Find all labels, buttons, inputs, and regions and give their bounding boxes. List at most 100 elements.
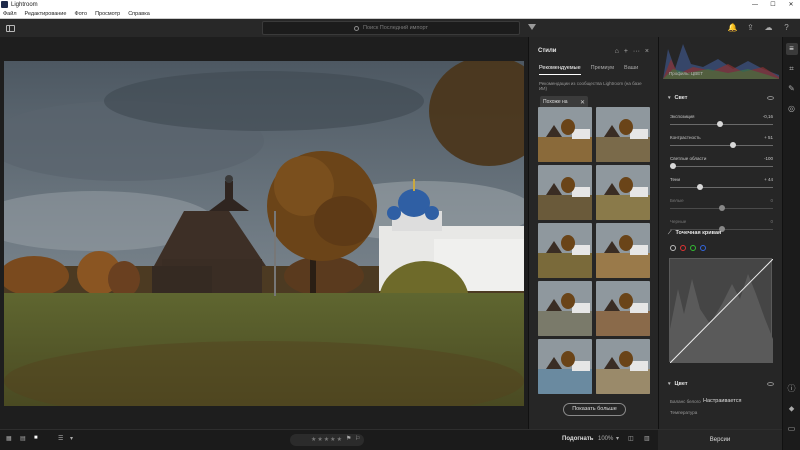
tab-yours[interactable]: Ваши — [624, 65, 638, 75]
menu-edit[interactable]: Редактирование — [25, 11, 67, 17]
detail-view-icon[interactable]: ■ — [34, 435, 38, 441]
curve-title: Точечная кривая — [675, 230, 722, 236]
menu-photo[interactable]: Фото — [74, 11, 87, 17]
menu-help[interactable]: Справка — [128, 11, 150, 17]
tag-icon[interactable]: ⬥ — [786, 403, 798, 415]
slider-knob[interactable] — [730, 142, 737, 148]
slider-4[interactable]: Белые 0 — [670, 198, 773, 216]
split-view-icon[interactable]: ▥ — [644, 435, 650, 442]
styles-description: Рекомендации из сообщества Lightroom (на… — [539, 81, 642, 91]
tab-premium[interactable]: Премиум — [591, 65, 614, 75]
compare-icon[interactable]: ◫ — [628, 435, 634, 442]
share-icon[interactable]: ⇪ — [745, 22, 756, 33]
close-button[interactable]: ✕ — [782, 1, 800, 8]
slider-knob[interactable] — [718, 205, 725, 211]
temperature-label: Температура — [670, 410, 698, 415]
square-grid-icon[interactable]: ▤ — [20, 435, 26, 442]
masking-icon[interactable]: ◎ — [786, 103, 798, 115]
wb-dropdown[interactable]: Настраивается — [703, 398, 741, 404]
more-icon[interactable]: ··· — [633, 48, 640, 55]
cloud-icon[interactable]: ☁ — [763, 22, 774, 33]
rating-stars[interactable]: ★★★★★ — [290, 434, 364, 446]
show-more-button[interactable]: Показать больше — [563, 403, 626, 416]
menu-file[interactable]: Файл — [3, 11, 17, 17]
minimize-button[interactable]: — — [746, 2, 764, 8]
comments-icon[interactable]: ▭ — [786, 423, 798, 435]
healing-icon[interactable]: ✎ — [786, 83, 798, 95]
photo-area — [0, 37, 528, 429]
add-style-icon[interactable]: + — [624, 48, 628, 55]
zoom-level[interactable]: 100% — [598, 436, 613, 442]
slider-knob[interactable] — [716, 121, 723, 127]
slider-value[interactable]: -100 — [764, 156, 773, 161]
style-thumbnail[interactable] — [538, 281, 592, 336]
slider-3[interactable]: Тени + 44 — [670, 177, 773, 195]
curve-section[interactable]: ⟋ Точечная кривая — [659, 228, 782, 238]
flag-pick-icon[interactable]: ⚑ — [346, 435, 351, 442]
slider-track[interactable] — [670, 187, 773, 188]
zoom-dropdown-icon[interactable]: ▾ — [616, 435, 619, 442]
window-title: Lightroom — [11, 1, 38, 8]
style-thumbnail[interactable] — [538, 339, 592, 394]
histogram-profile-label[interactable]: Профиль: ЦВЕТ — [669, 71, 703, 76]
style-thumbnail[interactable] — [596, 223, 650, 278]
sort-dropdown-icon[interactable]: ▾ — [70, 435, 73, 442]
help-icon[interactable]: ? — [781, 22, 792, 33]
notifications-icon[interactable]: 🔔 — [727, 22, 738, 33]
slider-knob[interactable] — [697, 184, 704, 190]
chip-close-icon[interactable]: ✕ — [580, 99, 585, 106]
search-input[interactable]: Поиск Последний импорт — [262, 21, 520, 35]
slider-0[interactable]: Экспозиция -0,16 — [670, 114, 773, 132]
maximize-button[interactable]: ☐ — [764, 1, 782, 8]
style-thumbnail[interactable] — [596, 165, 650, 220]
tone-curve-graph[interactable] — [669, 258, 774, 364]
tab-recommended[interactable]: Рекомендуемые — [539, 65, 581, 75]
style-thumbnail[interactable] — [596, 281, 650, 336]
styles-header: Стили ⌂ + ··· × — [529, 37, 658, 65]
slider-value[interactable]: -0,16 — [763, 114, 773, 119]
crop-icon[interactable]: ⌗ — [786, 63, 798, 75]
light-section[interactable]: ▾ Свет — [659, 93, 782, 103]
blue-channel-button[interactable] — [700, 245, 706, 251]
slider-value[interactable]: 0 — [770, 219, 773, 224]
chevron-down-icon: ▾ — [668, 95, 671, 101]
edit-tool-icon[interactable]: ≡ — [785, 43, 798, 55]
style-thumbnail[interactable] — [596, 107, 650, 162]
styles-panel: Стили ⌂ + ··· × Рекомендуемые Премиум Ва… — [528, 37, 658, 429]
slider-track[interactable] — [670, 166, 773, 167]
slider-value[interactable]: + 51 — [764, 135, 773, 140]
fit-zoom-button[interactable]: Подогнать — [562, 436, 593, 442]
slider-value[interactable]: 0 — [770, 198, 773, 203]
edit-panel: Профиль: ЦВЕТ ▾ Свет Экспозиция -0,16 Контр… — [658, 37, 782, 429]
style-thumbnail[interactable] — [596, 339, 650, 394]
style-thumbnail[interactable] — [538, 165, 592, 220]
save-style-icon[interactable]: ⌂ — [615, 48, 619, 55]
eye-icon[interactable] — [767, 382, 774, 386]
flag-reject-icon[interactable]: ⚐ — [355, 435, 360, 442]
slider-2[interactable]: Светлые области -100 — [670, 156, 773, 174]
style-thumbnail[interactable] — [538, 223, 592, 278]
versions-button[interactable]: Версии — [658, 429, 782, 450]
main-photo[interactable] — [4, 61, 524, 406]
info-icon[interactable]: ⓘ — [786, 383, 798, 395]
menu-view[interactable]: Просмотр — [95, 11, 120, 17]
filter-icon[interactable] — [528, 24, 536, 30]
red-channel-button[interactable] — [680, 245, 686, 251]
green-channel-button[interactable] — [690, 245, 696, 251]
slider-track[interactable] — [670, 145, 773, 146]
slider-1[interactable]: Контрастность + 51 — [670, 135, 773, 153]
slider-knob[interactable] — [670, 163, 676, 169]
color-section[interactable]: ▾ Цвет — [659, 379, 782, 389]
right-toolstrip: ≡ ⌗ ✎ ◎ ⓘ ⬥ ▭ — [782, 37, 800, 450]
panel-toggle-button[interactable] — [0, 24, 20, 32]
slider-value[interactable]: + 44 — [764, 177, 773, 182]
close-panel-icon[interactable]: × — [645, 48, 649, 55]
eye-icon[interactable] — [767, 96, 774, 100]
grid-view-icon[interactable]: ▦ — [6, 435, 12, 442]
style-thumbnail[interactable] — [538, 107, 592, 162]
sort-icon[interactable]: ☰ — [58, 435, 63, 442]
styles-tabs: Рекомендуемые Премиум Ваши — [529, 65, 658, 75]
light-title: Свет — [674, 95, 688, 101]
rgb-channel-button[interactable] — [670, 245, 676, 251]
curve-tool-icon: ⟋ — [668, 230, 672, 236]
